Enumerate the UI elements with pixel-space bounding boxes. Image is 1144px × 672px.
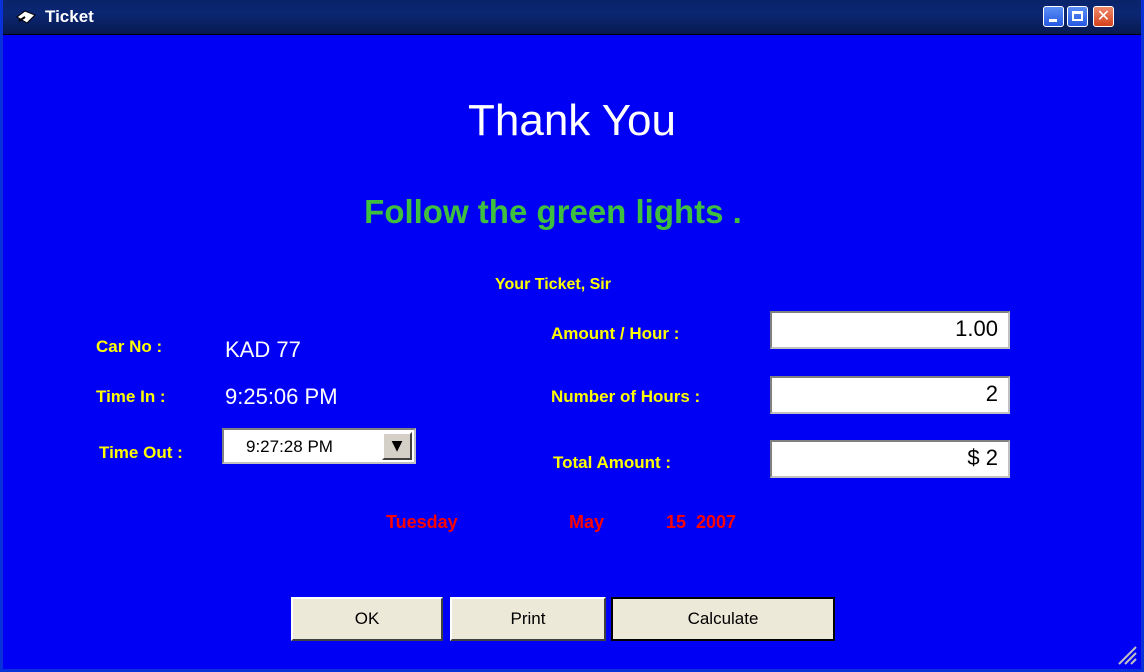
time-in-label: Time In : <box>96 387 166 406</box>
title-bar[interactable]: Ticket ✕ <box>3 0 1141 35</box>
subheading: Follow the green lights . <box>364 193 742 230</box>
total-amount-label: Total Amount : <box>553 453 672 472</box>
app-icon <box>16 10 36 24</box>
ticket-window: Ticket ✕ Thank You Follow the green ligh… <box>0 0 1144 672</box>
resize-grip-icon[interactable] <box>1115 643 1137 665</box>
page-title: Thank You <box>468 96 676 145</box>
window-title: Ticket <box>45 7 94 26</box>
chevron-down-icon[interactable]: ▼ <box>382 432 412 460</box>
date-month: May <box>569 512 605 532</box>
car-no-value: KAD 77 <box>225 337 301 362</box>
date-weekday: Tuesday <box>386 512 458 532</box>
time-out-select[interactable]: 9:27:28 PM ▼ <box>222 428 416 464</box>
maximize-button[interactable] <box>1067 6 1088 27</box>
ticket-caption: Your Ticket, Sir <box>495 276 611 293</box>
ok-button[interactable]: OK <box>291 597 443 641</box>
minimize-button[interactable] <box>1043 6 1064 27</box>
total-amount-field[interactable]: $ 2 <box>770 440 1010 478</box>
close-icon: ✕ <box>1096 6 1111 25</box>
amount-per-hour-field[interactable]: 1.00 <box>770 311 1010 349</box>
amount-per-hour-label: Amount / Hour : <box>551 324 680 343</box>
car-no-label: Car No : <box>96 337 163 356</box>
minimize-icon <box>1049 19 1057 22</box>
maximize-icon <box>1072 11 1083 21</box>
date-day-year: 15 2007 <box>666 512 737 532</box>
time-out-label: Time Out : <box>99 443 183 462</box>
time-out-value: 9:27:28 PM <box>246 437 333 456</box>
close-button[interactable]: ✕ <box>1093 6 1114 27</box>
print-button[interactable]: Print <box>450 597 606 641</box>
hours-label: Number of Hours : <box>551 387 701 406</box>
hours-field[interactable]: 2 <box>770 376 1010 414</box>
time-in-value: 9:25:06 PM <box>225 384 338 409</box>
calculate-button[interactable]: Calculate <box>611 597 835 641</box>
